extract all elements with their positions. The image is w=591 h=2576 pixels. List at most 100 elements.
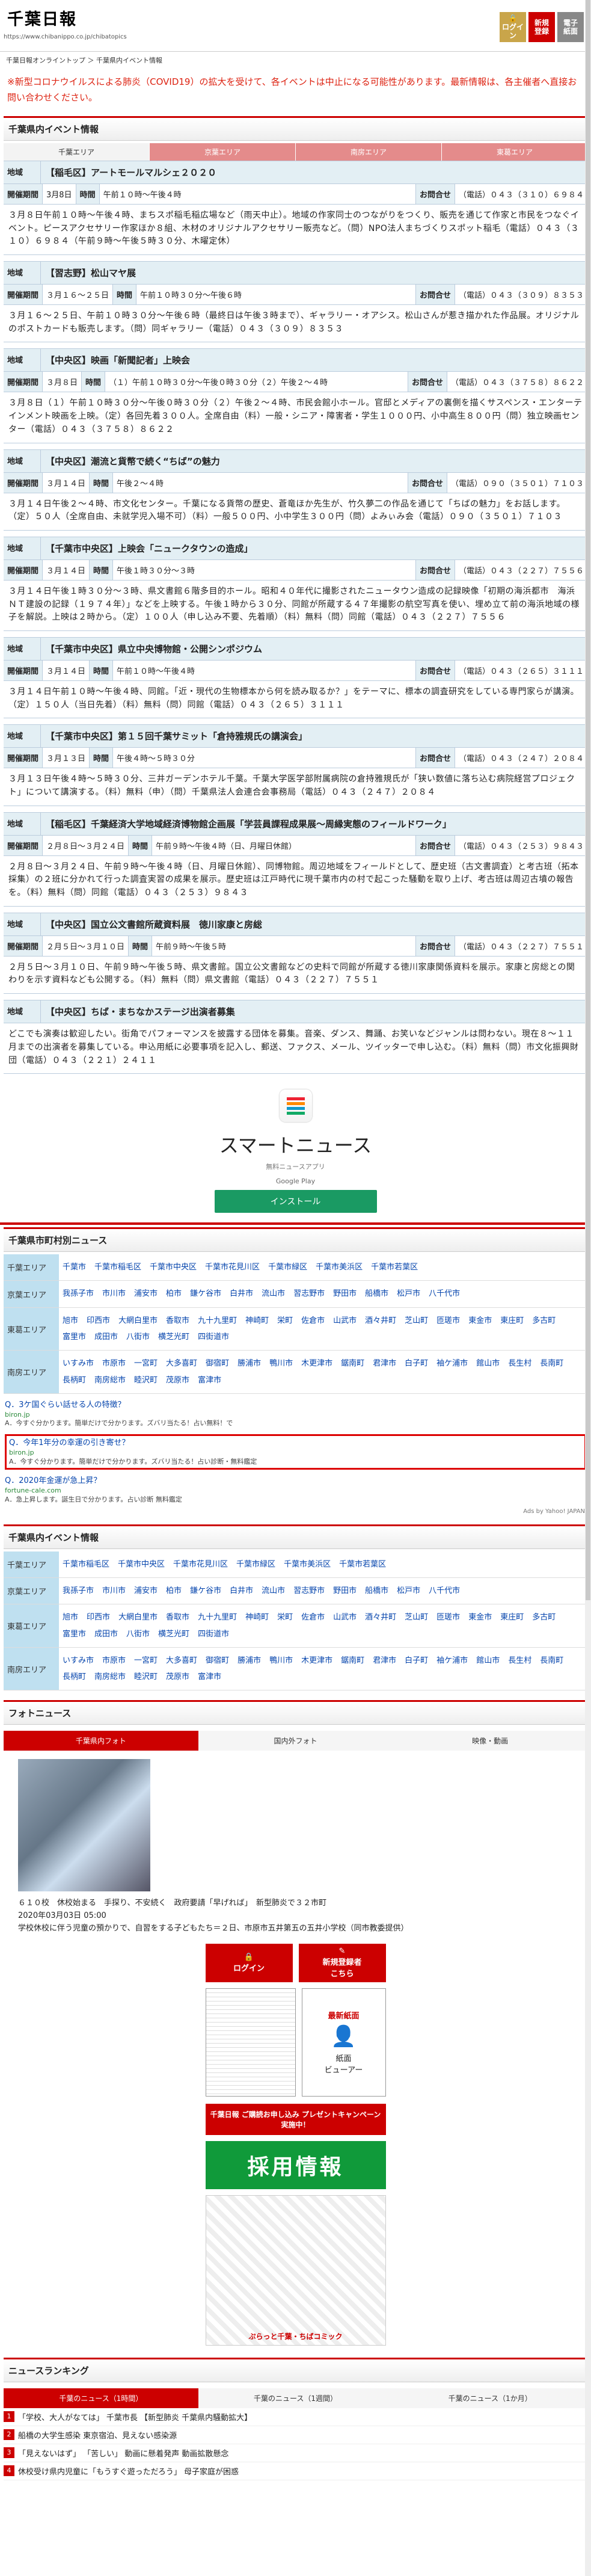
city-link[interactable]: 浦安市 bbox=[134, 1583, 158, 1599]
city-link[interactable]: 大網白里市 bbox=[118, 1313, 158, 1329]
newspaper-thumbnail[interactable] bbox=[205, 1988, 296, 2097]
breadcrumb[interactable]: 千葉日報オンライントップ ＞ 千葉県内イベント情報 bbox=[0, 52, 591, 69]
city-link[interactable]: 千葉市中央区 bbox=[150, 1259, 197, 1275]
city-link[interactable]: 富里市 bbox=[63, 1329, 86, 1345]
city-link[interactable]: 千葉市緑区 bbox=[268, 1259, 307, 1275]
city-link[interactable]: 長南町 bbox=[540, 1653, 563, 1669]
city-link[interactable]: 匝瑳市 bbox=[436, 1313, 460, 1329]
quiz-ad[interactable]: Q．3ケ国ぐらい話せる人の特徴？ biron.jp A．今すぐ分かります。簡単だけで… bbox=[5, 1400, 586, 1428]
city-link[interactable]: 印西市 bbox=[87, 1313, 110, 1329]
city-link[interactable]: 芝山町 bbox=[405, 1313, 428, 1329]
city-link[interactable]: 富津市 bbox=[198, 1669, 221, 1685]
city-link[interactable]: 九十九里町 bbox=[198, 1313, 237, 1329]
city-link[interactable]: 千葉市美浜区 bbox=[284, 1556, 331, 1573]
city-link[interactable]: 酒々井町 bbox=[365, 1609, 396, 1625]
city-link[interactable]: 東金市 bbox=[468, 1609, 492, 1625]
event-title[interactable]: 【稲毛区】アートモールマルシェ２０２０ bbox=[41, 161, 221, 183]
quiz-title[interactable]: Q．今年1年分の幸運の引き寄せ？ bbox=[9, 1438, 582, 1449]
city-link[interactable]: いすみ市 bbox=[63, 1653, 94, 1669]
city-link[interactable]: 鴨川市 bbox=[269, 1355, 293, 1372]
city-link[interactable]: 千葉市緑区 bbox=[236, 1556, 275, 1573]
city-link[interactable]: 栄町 bbox=[277, 1313, 293, 1329]
city-link[interactable]: 茂原市 bbox=[166, 1372, 189, 1388]
tab-rank-hour[interactable]: 千葉のニュース（1時間） bbox=[4, 2388, 198, 2408]
city-link[interactable]: 佐倉市 bbox=[301, 1609, 325, 1625]
city-link[interactable]: 鎌ケ谷市 bbox=[190, 1583, 221, 1599]
quiz-ad[interactable]: Q．今年1年分の幸運の引き寄せ？ biron.jp A．今すぐ分かります。簡単だけで… bbox=[5, 1434, 586, 1470]
city-link[interactable]: 南房総市 bbox=[94, 1669, 126, 1685]
tab-tokatsu[interactable]: 東葛エリア bbox=[441, 143, 587, 161]
city-link[interactable]: 千葉市花見川区 bbox=[205, 1259, 260, 1275]
city-link[interactable]: 千葉市若葉区 bbox=[371, 1259, 418, 1275]
city-link[interactable]: 勝浦市 bbox=[237, 1355, 261, 1372]
city-link[interactable]: 九十九里町 bbox=[198, 1609, 237, 1625]
rank-headline[interactable]: 「見えないはず」 「苦しい」 動画に懸着発声 動画拡散懸念 bbox=[18, 2447, 228, 2459]
city-link[interactable]: 多古町 bbox=[532, 1609, 556, 1625]
city-link[interactable]: 多古町 bbox=[532, 1313, 556, 1329]
city-link[interactable]: 野田市 bbox=[333, 1286, 357, 1302]
city-link[interactable]: 白井市 bbox=[230, 1286, 253, 1302]
city-link[interactable]: 睦沢町 bbox=[134, 1372, 158, 1388]
quiz-title[interactable]: Q．3ケ国ぐらい話せる人の特徴？ bbox=[5, 1400, 586, 1411]
city-link[interactable]: 香取市 bbox=[166, 1313, 189, 1329]
city-link[interactable]: 柏市 bbox=[166, 1286, 182, 1302]
city-link[interactable]: 木更津市 bbox=[301, 1653, 332, 1669]
city-link[interactable]: 流山市 bbox=[262, 1286, 285, 1302]
city-link[interactable]: 横芝光町 bbox=[158, 1626, 189, 1642]
city-link[interactable]: 成田市 bbox=[94, 1626, 118, 1642]
rank-headline[interactable]: 船橋の大学生感染 東京宿泊、見えない感染源 bbox=[18, 2429, 177, 2441]
event-title[interactable]: 【中央区】国立公文書館所蔵資料展 徳川家康と房総 bbox=[41, 913, 267, 935]
city-link[interactable]: 御宿町 bbox=[206, 1355, 229, 1372]
city-link[interactable]: 神崎町 bbox=[245, 1609, 269, 1625]
news-photo[interactable] bbox=[18, 1759, 150, 1892]
city-link[interactable]: 白子町 bbox=[405, 1653, 428, 1669]
city-link[interactable]: 旭市 bbox=[63, 1313, 78, 1329]
city-link[interactable]: 山武市 bbox=[333, 1609, 357, 1625]
city-link[interactable]: 君津市 bbox=[373, 1355, 396, 1372]
city-link[interactable]: 長南町 bbox=[540, 1355, 563, 1372]
tab-photo-world[interactable]: 国内外フォト bbox=[198, 1731, 393, 1751]
city-link[interactable]: 東庄町 bbox=[500, 1609, 524, 1625]
city-link[interactable]: いすみ市 bbox=[63, 1355, 94, 1372]
city-link[interactable]: 館山市 bbox=[476, 1355, 500, 1372]
event-title[interactable]: 【千葉市中央区】県立中央博物館・公開シンポジウム bbox=[41, 638, 267, 660]
city-link[interactable]: 千葉市稲毛区 bbox=[94, 1259, 141, 1275]
new-register-button[interactable]: ✎ 新規登録者 こちら bbox=[298, 1943, 386, 1982]
city-link[interactable]: 四街道市 bbox=[198, 1329, 229, 1345]
login-icon-button[interactable]: 🔒 ログイン bbox=[500, 12, 526, 42]
event-title[interactable]: 【稲毛区】千葉経済大学地域経済博物館企画展「学芸員課程成果展〜周縁実態のフィール… bbox=[41, 813, 456, 835]
city-link[interactable]: 野田市 bbox=[333, 1583, 357, 1599]
city-link[interactable]: 芝山町 bbox=[405, 1609, 428, 1625]
city-link[interactable]: 市川市 bbox=[102, 1583, 126, 1599]
city-link[interactable]: 白井市 bbox=[230, 1583, 253, 1599]
city-link[interactable]: 八街市 bbox=[126, 1626, 150, 1642]
city-link[interactable]: 佐倉市 bbox=[301, 1313, 325, 1329]
city-link[interactable]: 四街道市 bbox=[198, 1626, 229, 1642]
city-link[interactable]: 千葉市稲毛区 bbox=[63, 1556, 109, 1573]
subscription-banner[interactable]: 千葉日報 ご購読お申し込み プレゼントキャンペーン実施中！ bbox=[205, 2103, 386, 2135]
city-link[interactable]: 千葉市 bbox=[63, 1259, 86, 1275]
city-link[interactable]: 睦沢町 bbox=[134, 1669, 158, 1685]
city-link[interactable]: 我孫子市 bbox=[63, 1286, 94, 1302]
city-link[interactable]: 千葉市美浜区 bbox=[316, 1259, 363, 1275]
city-link[interactable]: 船橋市 bbox=[365, 1583, 388, 1599]
login-button[interactable]: 🔒 ログイン bbox=[205, 1943, 293, 1982]
city-link[interactable]: 千葉市花見川区 bbox=[173, 1556, 228, 1573]
tab-photo-chiba[interactable]: 千葉県内フォト bbox=[4, 1731, 198, 1751]
tab-video[interactable]: 映像・動画 bbox=[393, 1731, 588, 1751]
city-link[interactable]: 市原市 bbox=[102, 1355, 126, 1372]
city-link[interactable]: 南房総市 bbox=[94, 1372, 126, 1388]
city-link[interactable]: 長生村 bbox=[508, 1355, 531, 1372]
city-link[interactable]: 勝浦市 bbox=[237, 1653, 261, 1669]
city-link[interactable]: 長柄町 bbox=[63, 1669, 86, 1685]
ranking-item[interactable]: 1 「学校、大人がなては」 千葉市長 【新型肺炎 千葉県内騒動拡大】 bbox=[4, 2408, 587, 2426]
city-link[interactable]: 御宿町 bbox=[206, 1653, 229, 1669]
city-link[interactable]: 袖ケ浦市 bbox=[436, 1653, 468, 1669]
city-link[interactable]: 長柄町 bbox=[63, 1372, 86, 1388]
city-link[interactable]: 成田市 bbox=[94, 1329, 118, 1345]
city-link[interactable]: 千葉市若葉区 bbox=[339, 1556, 386, 1573]
city-link[interactable]: 大多喜町 bbox=[166, 1653, 197, 1669]
city-link[interactable]: 富津市 bbox=[198, 1372, 221, 1388]
city-link[interactable]: 鋸南町 bbox=[341, 1653, 364, 1669]
rank-headline[interactable]: 休校受け県内児童に「もうすぐ遊っただろう」 母子家庭が困惑 bbox=[18, 2465, 239, 2477]
